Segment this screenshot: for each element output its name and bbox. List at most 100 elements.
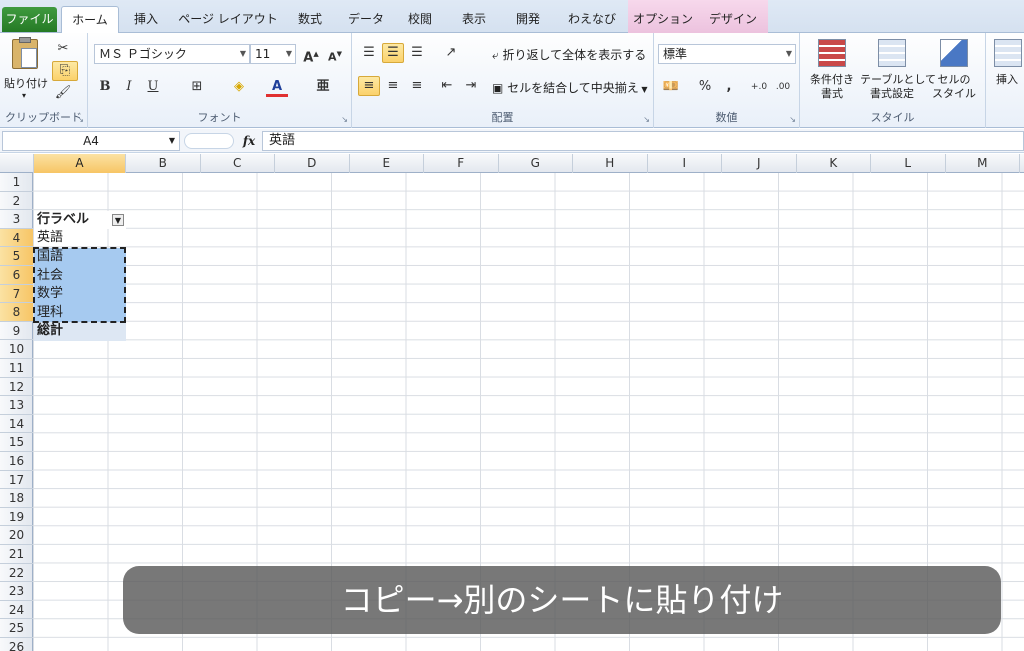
underline-button[interactable]: U [142,77,164,97]
cell-a5[interactable]: 国語 [34,248,126,267]
tab-formulas[interactable]: 数式 [288,6,332,33]
column-header-m[interactable]: M [946,154,1020,173]
row-header-1[interactable]: 1 [0,173,33,192]
column-header-b[interactable]: B [126,154,201,173]
paste-button[interactable]: 貼り付け ▾ [4,37,48,101]
formula-input[interactable]: 英語 [262,131,1024,151]
decrease-indent-icon[interactable]: ⇤ [436,76,458,96]
conditional-format-button[interactable]: 条件付き 書式 [804,37,860,107]
insert-function-icon[interactable]: fx [238,131,260,151]
border-icon[interactable]: ⊞ [186,77,208,97]
tab-home[interactable]: ホーム [61,6,119,34]
tab-data[interactable]: データ [341,6,391,33]
row-header-8[interactable]: 8 [0,303,33,322]
column-header-i[interactable]: I [648,154,722,173]
row-header-12[interactable]: 12 [0,378,33,397]
decrease-decimal-icon[interactable]: .00 [772,77,794,97]
align-center-icon[interactable]: ≡ [382,76,404,96]
tab-pivot-design[interactable]: デザイン [698,0,768,33]
tab-waenabi[interactable]: わえなび [560,6,624,33]
dialog-launcher-icon[interactable]: ↘ [789,115,796,124]
cell-a8[interactable]: 理科 [34,303,126,323]
tab-view[interactable]: 表示 [452,6,496,33]
row-header-25[interactable]: 25 [0,619,33,638]
row-header-3[interactable]: 3 [0,210,33,229]
column-header-a[interactable]: A [34,154,126,173]
tab-pivot-options[interactable]: オプション [628,0,698,33]
row-header-14[interactable]: 14 [0,415,33,434]
align-bottom-icon[interactable]: ☰ [406,43,428,63]
row-header-16[interactable]: 16 [0,452,33,471]
select-all-corner[interactable] [0,154,34,173]
row-header-7[interactable]: 7 [0,284,33,304]
increase-indent-icon[interactable]: ⇥ [460,76,482,96]
column-header-k[interactable]: K [797,154,871,173]
row-header-19[interactable]: 19 [0,508,33,527]
name-box[interactable]: A4 ▼ [2,131,180,151]
font-color-icon[interactable]: A [266,77,288,97]
row-header-11[interactable]: 11 [0,359,33,378]
currency-icon[interactable]: 💴 [660,77,682,97]
row-header-15[interactable]: 15 [0,433,33,452]
row-header-18[interactable]: 18 [0,489,33,508]
row-header-6[interactable]: 6 [0,266,33,285]
format-painter-icon[interactable]: 🖌 [52,83,74,103]
italic-button[interactable]: I [118,77,140,97]
row-header-26[interactable]: 26 [0,638,33,651]
column-header-h[interactable]: H [573,154,648,173]
dialog-launcher-icon[interactable]: ↘ [77,115,84,124]
copy-icon[interactable]: ⎘ [52,61,78,81]
comma-button[interactable]: , [718,77,740,97]
tab-file[interactable]: ファイル [2,7,57,32]
cell-a9[interactable]: 総計 [34,322,126,341]
filter-icon[interactable]: ▼ [112,213,124,226]
percent-button[interactable]: % [694,77,716,97]
row-header-22[interactable]: 22 [0,564,33,583]
column-header-j[interactable]: J [722,154,797,173]
row-header-9[interactable]: 9 [0,322,33,341]
number-format-box[interactable]: 標準 ▼ [658,44,796,64]
fill-color-icon[interactable]: ◈ [228,77,250,97]
column-header-f[interactable]: F [424,154,499,173]
align-right-icon[interactable]: ≡ [406,76,428,96]
formula-bar-expand-handle[interactable] [184,133,234,149]
row-header-13[interactable]: 13 [0,396,33,415]
merge-center-button[interactable]: ▣ セルを結合して中央揃え ▼ [492,79,648,96]
row-header-4[interactable]: 4 [0,228,33,248]
tab-page-layout[interactable]: ページ レイアウト [176,6,280,33]
row-header-20[interactable]: 20 [0,526,33,545]
font-size-box[interactable]: 11 ▼ [250,44,296,64]
column-header-d[interactable]: D [275,154,350,173]
phonetic-icon[interactable]: 亜 [312,77,334,97]
shrink-font-icon[interactable]: A▼ [324,44,346,64]
font-name-box[interactable]: ＭＳ Ｐゴシック ▼ [94,44,250,64]
increase-decimal-icon[interactable]: +.0 [748,77,770,97]
align-left-icon[interactable]: ≡ [358,76,380,96]
row-header-24[interactable]: 24 [0,601,33,620]
column-header-e[interactable]: E [350,154,424,173]
cell-a4[interactable]: 英語 [34,229,126,248]
dialog-launcher-icon[interactable]: ↘ [643,115,650,124]
cell-a7[interactable]: 数学 [34,285,126,304]
bold-button[interactable]: B [94,77,116,97]
row-header-17[interactable]: 17 [0,471,33,490]
row-header-10[interactable]: 10 [0,340,33,359]
grow-font-icon[interactable]: A▲ [300,44,322,65]
cell-a6[interactable]: 社会 [34,266,126,286]
row-header-2[interactable]: 2 [0,192,33,211]
column-header-g[interactable]: G [499,154,573,173]
row-header-5[interactable]: 5 [0,247,33,266]
align-top-icon[interactable]: ☰ [358,43,380,63]
row-header-23[interactable]: 23 [0,582,33,601]
format-as-table-button[interactable]: テーブルとして 書式設定 [860,37,936,107]
column-header-c[interactable]: C [201,154,275,173]
tab-developer[interactable]: 開発 [506,6,550,33]
dialog-launcher-icon[interactable]: ↘ [341,115,348,124]
orientation-icon[interactable]: ↗ [440,43,462,63]
cell-a3[interactable]: 行ラベル ▼ [34,210,126,230]
column-header-l[interactable]: L [871,154,946,173]
wrap-text-button[interactable]: ⤶ 折り返して全体を表示する [492,46,646,63]
cell-styles-button[interactable]: セルの スタイル [926,37,982,107]
cut-icon[interactable]: ✂ [52,39,74,59]
row-header-21[interactable]: 21 [0,545,33,564]
